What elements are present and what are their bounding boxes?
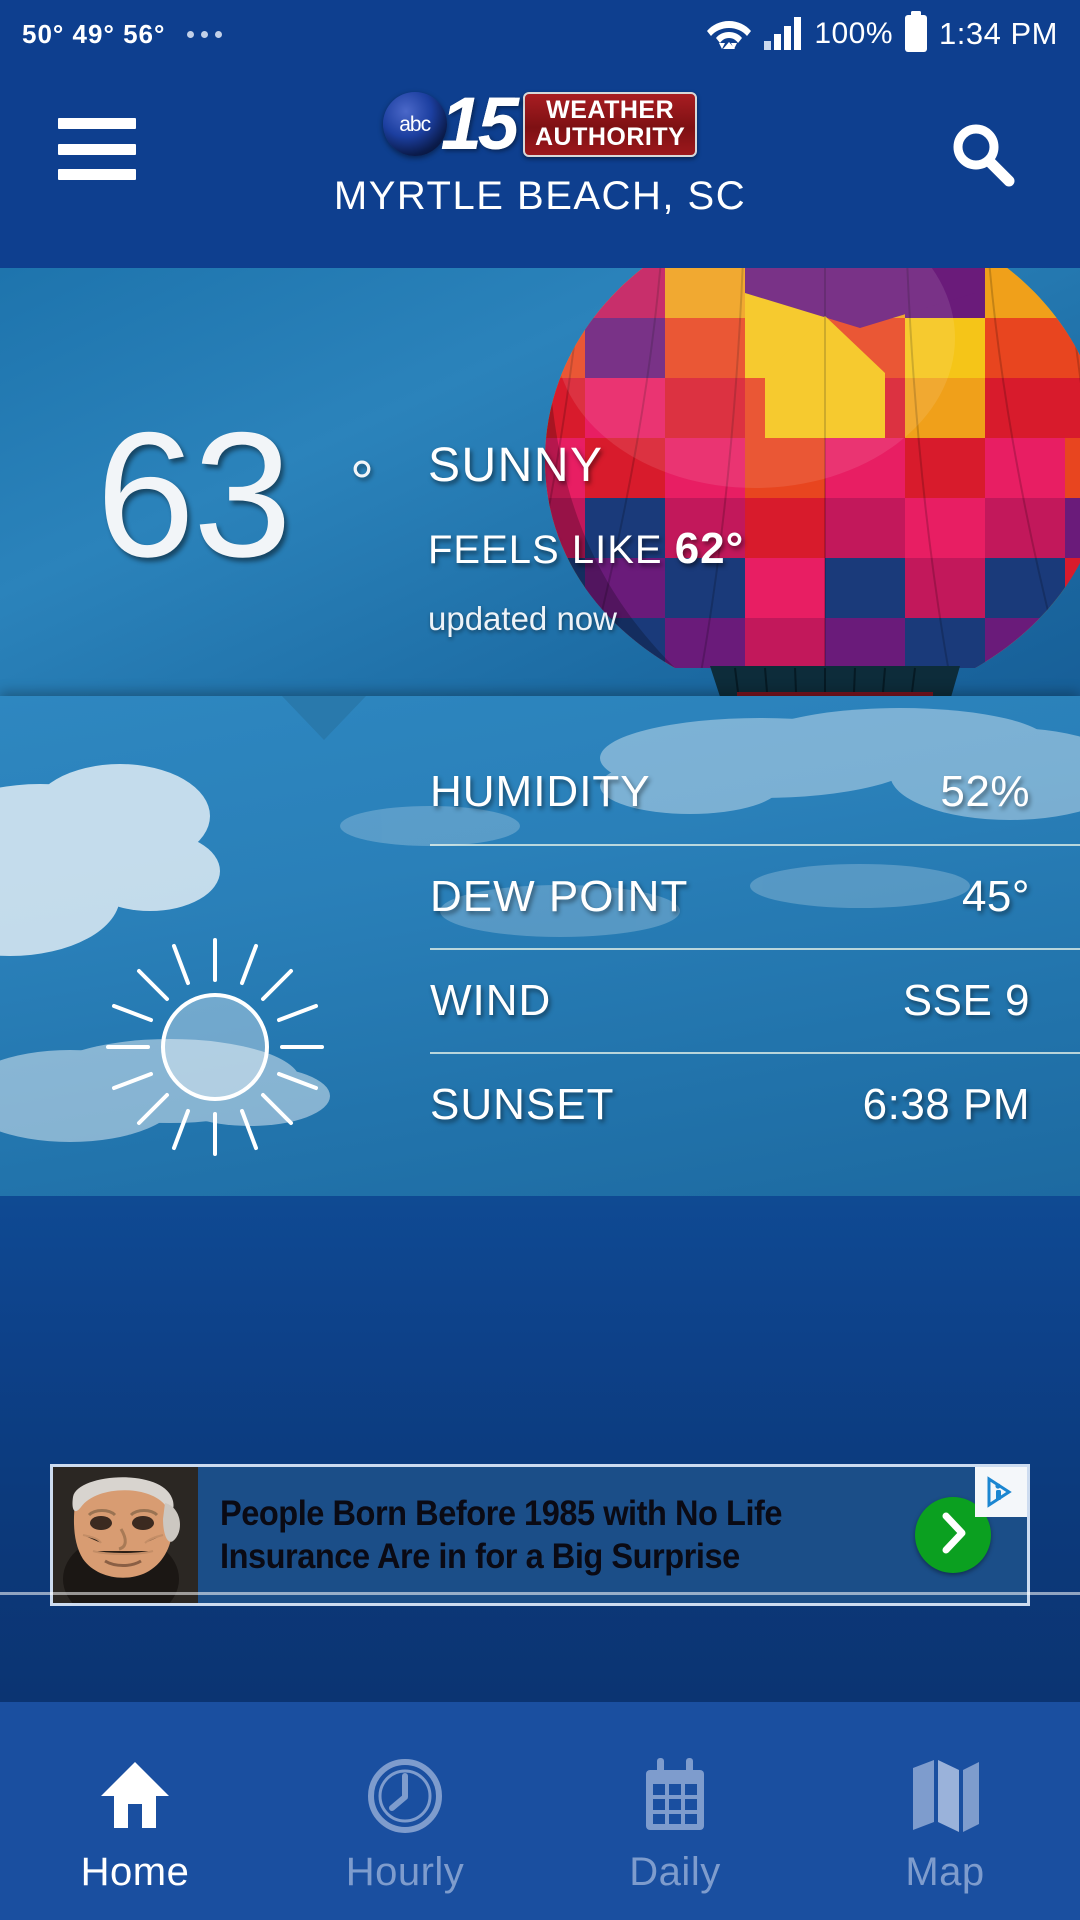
detail-label: WIND <box>430 976 552 1025</box>
ad-headline-line-2: Insurance Are in for a Big Surprise <box>220 1537 740 1576</box>
panel-pointer-notch <box>282 696 366 740</box>
current-conditions-hero[interactable]: 63 ° SUNNY FEELS LIKE 62° updated now <box>0 268 1080 696</box>
detail-value: 6:38 PM <box>862 1080 1030 1129</box>
temperature-block: 63 ° SUNNY FEELS LIKE 62° updated now <box>0 268 1080 696</box>
detail-value: 52% <box>940 767 1030 816</box>
feels-like-label: FEELS LIKE <box>428 528 663 572</box>
feels-like-row: FEELS LIKE 62° <box>428 524 744 574</box>
detail-value: 45° <box>961 872 1030 921</box>
more-dots-icon <box>181 30 223 38</box>
detail-row-dew-point: DEW POINT 45° <box>430 844 1080 948</box>
nav-item-map[interactable]: Map <box>810 1702 1080 1920</box>
logo-row: abc 15 WEATHER AUTHORITY <box>382 82 698 165</box>
conditions-details-panel[interactable]: HUMIDITY 52% DEW POINT 45° WIND SSE 9 SU… <box>0 696 1080 1196</box>
app-header: abc 15 WEATHER AUTHORITY MYRTLE BEACH, S… <box>0 68 1080 268</box>
badge-line-2: AUTHORITY <box>534 122 686 151</box>
channel-number: 15 <box>440 82 519 165</box>
battery-full-icon <box>903 10 929 58</box>
station-logo[interactable]: abc 15 WEATHER AUTHORITY MYRTLE BEACH, S… <box>0 82 1080 219</box>
home-icon <box>95 1754 175 1836</box>
battery-percent-label: 100% <box>814 17 894 50</box>
abc-circle-logo-icon: abc <box>382 92 447 156</box>
bottom-navigation-bar: Home Hourly Daily Map <box>0 1702 1080 1920</box>
status-bar-clock: 1:34 PM <box>939 16 1058 51</box>
nav-item-home[interactable]: Home <box>0 1702 270 1920</box>
map-icon <box>905 1754 985 1836</box>
elderly-man-photo <box>53 1467 198 1603</box>
status-bar-left: 50° 49° 56° <box>22 18 223 50</box>
ad-headline-line-1: People Born Before 1985 with No Life <box>220 1494 783 1533</box>
detail-label: SUNSET <box>430 1080 615 1129</box>
cell-signal-icon <box>762 13 804 56</box>
ad-banner[interactable]: People Born Before 1985 with No Life Ins… <box>50 1464 1030 1606</box>
status-bar: 50° 49° 56° 100% 1:34 PM <box>0 0 1080 68</box>
weather-authority-badge: WEATHER AUTHORITY <box>522 91 698 157</box>
detail-value: SSE 9 <box>902 976 1030 1025</box>
detail-row-sunset: SUNSET 6:38 PM <box>430 1052 1080 1156</box>
current-temperature: 63 <box>96 395 292 594</box>
detail-rows: HUMIDITY 52% DEW POINT 45° WIND SSE 9 SU… <box>430 740 1080 1156</box>
nav-label-map: Map <box>905 1849 985 1894</box>
status-bar-temps: 50° 49° 56° <box>22 18 166 49</box>
nav-item-hourly[interactable]: Hourly <box>270 1702 540 1920</box>
detail-label: HUMIDITY <box>430 767 651 816</box>
status-bar-right: 100% 1:34 PM <box>706 10 1058 58</box>
nav-label-daily: Daily <box>629 1849 721 1894</box>
calendar-icon <box>635 1754 715 1836</box>
detail-row-wind: WIND SSE 9 <box>430 948 1080 1052</box>
chevron-right-icon <box>936 1511 970 1560</box>
feels-like-value: 62° <box>674 524 745 573</box>
updated-label: updated now <box>428 600 617 637</box>
detail-row-humidity: HUMIDITY 52% <box>430 740 1080 844</box>
condition-label: SUNNY <box>428 439 604 492</box>
clock-icon <box>365 1754 445 1836</box>
ad-headline: People Born Before 1985 with No Life Ins… <box>198 1467 1027 1603</box>
abc-wordmark: abc <box>399 112 431 136</box>
degree-symbol: ° <box>350 449 374 516</box>
sun-icon <box>106 938 324 1156</box>
nav-label-home: Home <box>80 1849 190 1894</box>
detail-label: DEW POINT <box>430 872 689 921</box>
section-divider <box>0 1592 1080 1595</box>
nav-item-daily[interactable]: Daily <box>540 1702 810 1920</box>
weather-app-screen: 50° 49° 56° 100% 1:34 PM abc 15 WEATHER … <box>0 0 1080 1920</box>
wifi-icon <box>706 13 752 56</box>
nav-label-hourly: Hourly <box>345 1849 465 1894</box>
badge-line-1: WEATHER <box>546 95 675 124</box>
adchoices-icon[interactable] <box>975 1467 1027 1517</box>
location-label[interactable]: MYRTLE BEACH, SC <box>334 174 746 219</box>
advertisement-area: People Born Before 1985 with No Life Ins… <box>0 1196 1080 1704</box>
